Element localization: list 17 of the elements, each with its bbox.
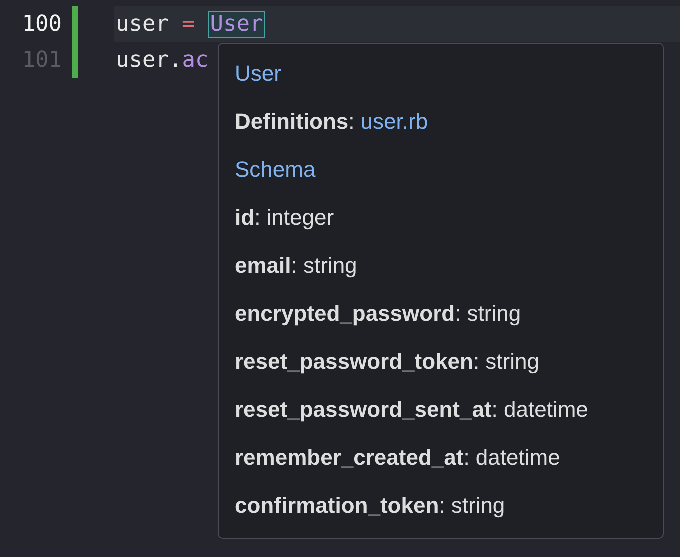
code-token: = bbox=[182, 12, 196, 36]
definitions-label: Definitions: bbox=[235, 109, 355, 135]
section-heading: Schema bbox=[235, 157, 316, 183]
schema-field: id: integer bbox=[235, 205, 334, 231]
schema-field: reset_password_sent_at: datetime bbox=[235, 397, 588, 423]
line-number: 100 bbox=[21, 12, 62, 36]
schema-field: reset_password_token: string bbox=[235, 349, 540, 375]
highlighted-symbol: User bbox=[208, 10, 266, 38]
file-link[interactable]: user.rb bbox=[360, 109, 428, 135]
code-token: user bbox=[116, 12, 169, 36]
code-token: user. bbox=[116, 48, 182, 72]
schema-field: encrypted_password: string bbox=[235, 301, 522, 327]
schema-field: remember_created_at: datetime bbox=[235, 445, 560, 471]
code-token: ac bbox=[182, 48, 209, 72]
schema-field: email: string bbox=[235, 253, 358, 279]
schema-field: confirmation_token: string bbox=[235, 493, 506, 519]
section-heading: User bbox=[235, 61, 282, 87]
